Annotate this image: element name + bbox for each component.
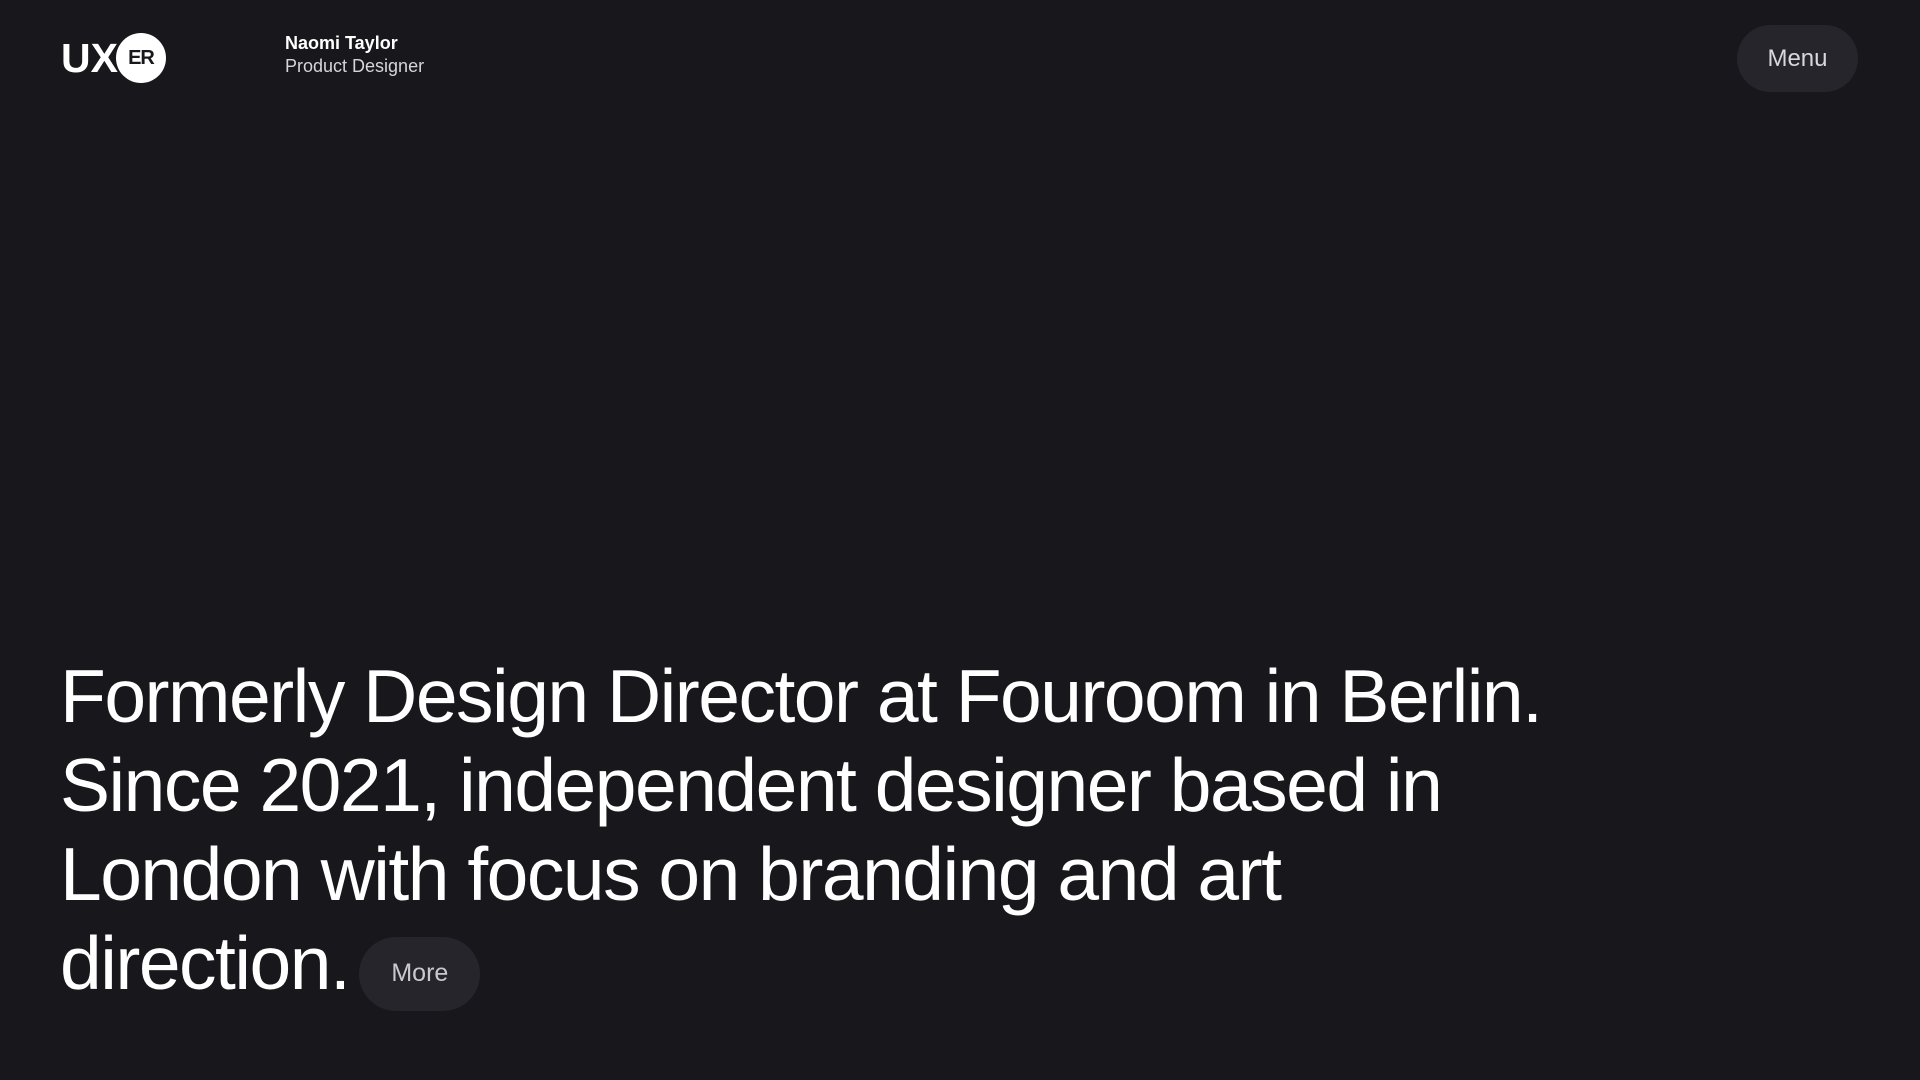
page: UX ER Naomi Taylor Product Designer Menu…: [0, 0, 1920, 1080]
hero-line-1: Formerly Design Director at Fouroom in B…: [60, 654, 1543, 738]
logo-badge: ER: [115, 33, 166, 83]
hero-line-2: Since 2021, independent designer based i…: [60, 743, 1443, 827]
designer-name: Naomi Taylor: [285, 33, 398, 53]
designer-role: Product Designer: [285, 56, 425, 76]
hero-line-4: direction.: [60, 921, 351, 1005]
more-button[interactable]: More: [359, 936, 481, 1011]
hero-headline: Formerly Design Director at Fouroom in B…: [60, 652, 1620, 1011]
designer-identity: Naomi Taylor Product Designer: [285, 32, 424, 78]
hero-line-3: London with focus on branding and art: [60, 832, 1282, 916]
logo-text: UX: [61, 35, 118, 81]
logo-link[interactable]: UX ER: [61, 33, 166, 83]
menu-button[interactable]: Menu: [1737, 25, 1858, 92]
